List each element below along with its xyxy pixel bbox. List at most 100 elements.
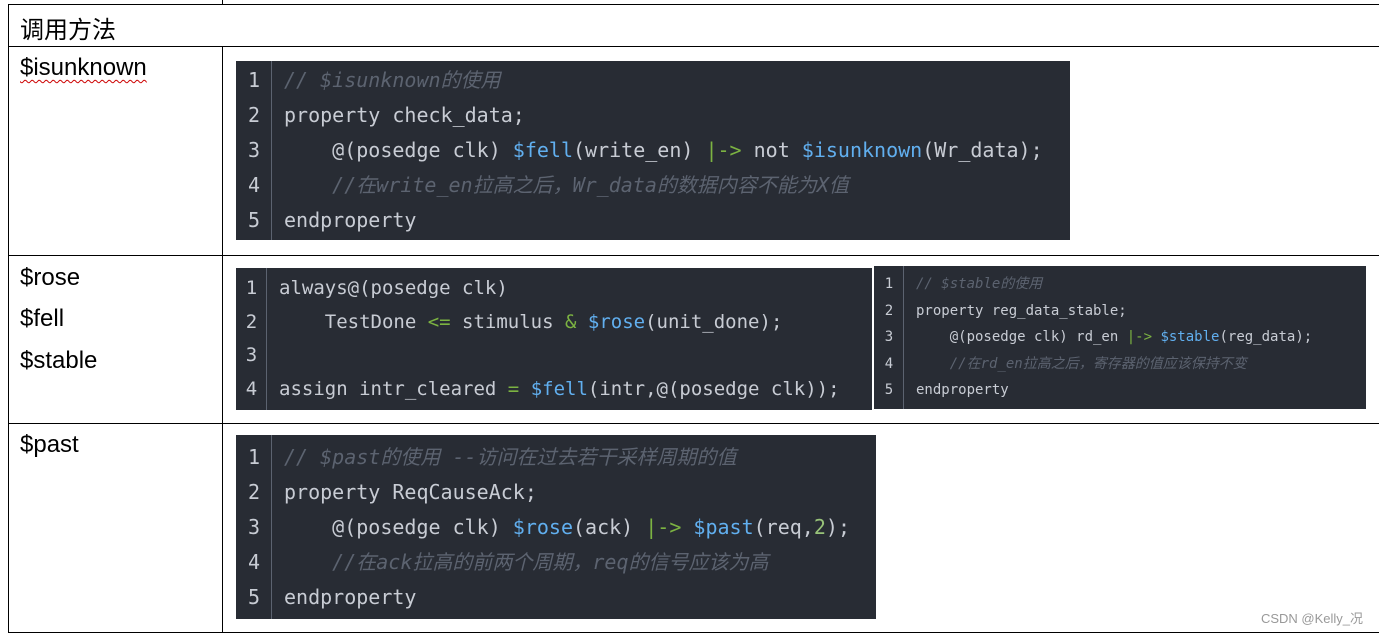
line-number: 1	[247, 68, 261, 92]
code-operator: &	[565, 310, 577, 333]
line-number: 2	[884, 302, 894, 319]
code-line: //在rd_en拉高之后，寄存器的值应该保持不变	[916, 351, 1312, 378]
row-label-isunknown: $isunknown	[20, 54, 147, 81]
line-number: 4	[884, 355, 894, 372]
line-number: 3	[884, 329, 894, 346]
line-numbers: 1 2 3 4 5	[874, 266, 904, 409]
code-line: @(posedge clk) rd_en |-> $stable(reg_dat…	[916, 324, 1312, 351]
line-number: 3	[247, 514, 261, 539]
code-text: property ReqCauseAck;	[284, 479, 537, 504]
code-line: endproperty	[284, 580, 850, 615]
code-block-isunknown: 1 2 3 4 5 // $isunknown的使用 property check_data…	[236, 61, 1070, 240]
code-block-rose-fell: 1 2 3 4 always@(posedge clk) TestDone <= sti…	[236, 268, 872, 410]
code-line: TestDone <= stimulus & $rose(unit_done);	[279, 306, 840, 340]
line-numbers: 1 2 3 4 5	[236, 61, 272, 240]
line-number: 2	[247, 103, 261, 127]
code-line: property reg_data_stable;	[916, 298, 1312, 325]
code-function: $rose	[512, 514, 573, 539]
row-label-rose: $rose	[20, 264, 81, 291]
line-number: 5	[247, 584, 261, 609]
code-line: property check_data;	[284, 98, 1043, 133]
code-number: 2	[813, 514, 826, 539]
code-text: (write_en)	[573, 138, 706, 162]
code-text: @(posedge clk)	[284, 514, 513, 539]
code-text: (Wr_data);	[922, 138, 1043, 162]
code-line: endproperty	[284, 203, 1043, 238]
watermark: CSDN @Kelly_况	[1260, 611, 1363, 626]
line-number: 5	[884, 382, 894, 399]
code-text: @(posedge clk)	[284, 138, 513, 162]
code-text: endproperty	[284, 208, 417, 232]
row-label-past: $past	[20, 431, 79, 458]
code-text: property reg_data_stable;	[916, 302, 1127, 319]
code-comment: // $past的使用 --访问在过去若干采样周期的值	[284, 444, 737, 469]
code-comment: // $isunknown的使用	[284, 68, 501, 92]
line-number: 1	[884, 276, 894, 293]
code-line: // $past的使用 --访问在过去若干采样周期的值	[284, 440, 850, 475]
line-number: 2	[247, 479, 261, 504]
code-text: assign intr_cleared	[279, 377, 508, 400]
row-label-stable: $stable	[20, 347, 98, 374]
code-text: property check_data;	[284, 103, 525, 127]
table-border	[8, 423, 1379, 424]
line-number: 4	[247, 173, 261, 197]
code-text: not	[741, 138, 802, 162]
line-number: 4	[247, 549, 261, 574]
code-text: (unit_done);	[645, 310, 783, 333]
table-border	[8, 255, 1379, 256]
line-numbers: 1 2 3 4	[236, 268, 267, 410]
code-line: assign intr_cleared = $fell(intr,@(posed…	[279, 373, 840, 407]
code-comment: // $stable的使用	[916, 276, 1043, 293]
code-operator: |->	[705, 138, 742, 162]
code-text: @(posedge clk) rd_en	[916, 329, 1127, 346]
line-number: 2	[245, 310, 258, 333]
code-block-past: 1 2 3 4 5 // $past的使用 --访问在过去若干采样周期的值 property…	[236, 435, 876, 619]
code-text: (reg_data);	[1219, 329, 1313, 346]
code-text: stimulus	[450, 310, 565, 333]
line-number: 1	[247, 444, 261, 469]
table-border	[8, 4, 9, 633]
table-border	[222, 46, 223, 633]
code-text: endproperty	[916, 382, 1009, 399]
code-comment: //在ack拉高的前两个周期，req的信号应该为高	[284, 549, 769, 574]
code-text: );	[825, 514, 850, 539]
code-line: //在write_en拉高之后，Wr_data的数据内容不能为X值	[284, 168, 1043, 203]
code-operator: |->	[1126, 329, 1153, 346]
code-line: @(posedge clk) $fell(write_en) |-> not $…	[284, 133, 1043, 168]
code-comment: //在write_en拉高之后，Wr_data的数据内容不能为X值	[284, 173, 849, 197]
code-line: @(posedge clk) $rose(ack) |-> $past(req,…	[284, 510, 850, 545]
table-border	[8, 4, 1379, 5]
code-line: // $isunknown的使用	[284, 63, 1043, 98]
code-function: $past	[693, 514, 754, 539]
code-function: $stable	[1160, 329, 1220, 346]
line-number: 3	[245, 344, 258, 366]
code-line: always@(posedge clk)	[279, 272, 840, 306]
code-text: TestDone	[279, 310, 428, 333]
code-function: $isunknown	[801, 138, 923, 162]
line-number: 4	[245, 377, 258, 400]
row-label-fell: $fell	[20, 305, 65, 332]
line-numbers: 1 2 3 4 5	[236, 435, 272, 619]
code-operator: <=	[427, 310, 451, 333]
line-number: 1	[245, 277, 258, 299]
code-function: $fell	[512, 138, 573, 162]
code-text: always@(posedge clk)	[279, 277, 508, 299]
code-block-stable: 1 2 3 4 5 // $stable的使用 property reg_data_stab…	[874, 266, 1366, 409]
code-line: endproperty	[916, 377, 1312, 404]
code-comment: //在rd_en拉高之后，寄存器的值应该保持不变	[916, 355, 1247, 372]
line-number: 5	[247, 208, 261, 232]
code-text: endproperty	[284, 584, 417, 609]
code-line: //在ack拉高的前两个周期，req的信号应该为高	[284, 545, 850, 580]
code-text: (ack)	[573, 514, 646, 539]
code-function: $rose	[587, 310, 646, 333]
code-text: (intr,@(posedge clk));	[587, 377, 840, 400]
code-operator: =	[507, 377, 520, 400]
line-number: 3	[247, 138, 261, 162]
code-function: $fell	[530, 377, 588, 400]
table-border	[8, 46, 1379, 47]
table-border	[8, 632, 1379, 633]
table-border	[222, 0, 223, 5]
